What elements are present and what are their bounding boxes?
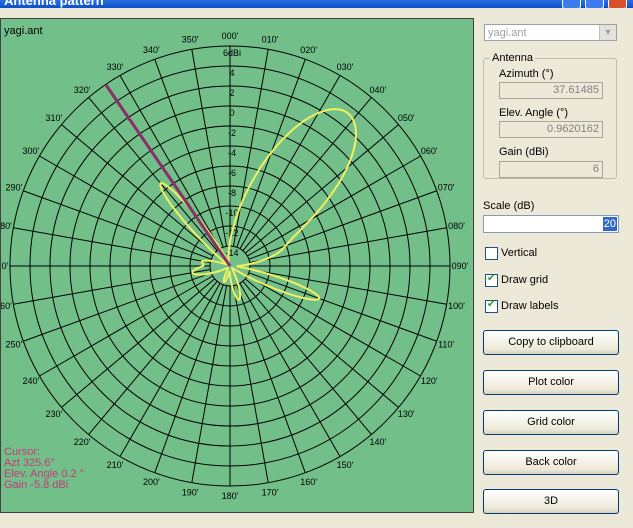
- grid-color-button[interactable]: Grid color: [483, 410, 619, 435]
- vertical-checkbox[interactable]: Vertical: [485, 247, 625, 261]
- vertical-checkbox-box[interactable]: [485, 247, 498, 260]
- grid-spoke: [13, 268, 211, 305]
- draw-labels-checkbox-box[interactable]: [485, 299, 498, 313]
- ring-label: 6dBi: [223, 48, 241, 58]
- ring-label: -4: [228, 148, 236, 158]
- grid-spoke: [244, 124, 399, 254]
- bearing-label: 090': [452, 261, 469, 271]
- bearing-label: 330': [107, 62, 124, 72]
- draw-labels-checkbox[interactable]: Draw labels: [485, 299, 625, 314]
- grid-spoke: [13, 227, 211, 264]
- bearing-label: 270': [1, 261, 9, 271]
- minimize-button[interactable]: [562, 0, 581, 8]
- ring-label: 0: [229, 108, 234, 118]
- draw-grid-checkbox[interactable]: Draw grid: [485, 273, 625, 288]
- bearing-label: 000': [222, 31, 239, 41]
- bearing-label: 180': [222, 491, 239, 501]
- chevron-down-icon[interactable]: ▼: [599, 25, 616, 40]
- scale-value: 20: [602, 217, 617, 231]
- bearing-label: 110': [438, 340, 454, 350]
- bearing-label: 260': [1, 301, 12, 311]
- ring-label: -6: [228, 168, 236, 178]
- bearing-label: 210': [107, 460, 124, 470]
- bearing-label: 290': [6, 182, 23, 192]
- window-title: Antenna pattern: [4, 0, 104, 8]
- grid-spoke: [88, 280, 218, 435]
- ring-label: 4: [229, 68, 234, 78]
- draw-grid-checkbox-label: Draw grid: [501, 274, 549, 286]
- bearing-label: 250': [6, 340, 23, 350]
- grid-spoke: [191, 285, 228, 483]
- plot-filename: yagi.ant: [4, 25, 43, 37]
- cursor-line: [104, 83, 232, 267]
- bearing-label: 240': [22, 376, 39, 386]
- bearing-label: 350': [182, 34, 199, 44]
- antenna-file-value: yagi.ant: [488, 27, 527, 39]
- bearing-label: 060': [421, 146, 438, 156]
- grid-spoke: [61, 124, 216, 254]
- polar-plot-area[interactable]: 6dBi 4 2 0 -2 -4 -6 -8 -10 -12 -14 000' 010' 020' 030'…: [0, 18, 474, 513]
- scale-label: Scale (dB): [483, 200, 535, 212]
- bearing-label: 160': [300, 477, 317, 487]
- vertical-checkbox-label: Vertical: [501, 247, 538, 259]
- bearing-label: 190': [182, 488, 199, 498]
- bearing-label: 100': [448, 301, 465, 311]
- grid-spoke: [61, 278, 216, 408]
- scale-input[interactable]: 20: [483, 215, 619, 233]
- bearing-label: 020': [300, 45, 317, 55]
- bearing-label: 170': [262, 488, 279, 498]
- draw-labels-checkbox-label: Draw labels: [501, 300, 559, 312]
- maximize-button[interactable]: [585, 0, 604, 8]
- azimuth-field[interactable]: 37.61485: [499, 82, 603, 99]
- control-panel: yagi.ant ▼ Antenna Azimuth (°) 37.61485 …: [475, 18, 633, 528]
- plot-color-button[interactable]: Plot color: [483, 370, 619, 395]
- bearing-label: 310': [45, 113, 62, 123]
- ring-label: -8: [228, 188, 236, 198]
- 3d-button[interactable]: 3D: [483, 489, 619, 514]
- antenna-file-select[interactable]: yagi.ant ▼: [484, 24, 617, 41]
- bearing-label: 280': [1, 221, 12, 231]
- bearing-label: 340': [143, 45, 160, 55]
- ring-label: -14: [225, 248, 238, 258]
- title-bar: Antenna pattern: [0, 0, 633, 8]
- grid-spoke: [249, 227, 447, 264]
- gain-label: Gain (dBi): [499, 146, 549, 158]
- azimuth-label: Azimuth (°): [499, 68, 554, 80]
- polar-plot: 6dBi420-2-4-6-8-10-12-14000' 010'020'030'…: [1, 31, 469, 501]
- bearing-label: 150': [337, 460, 354, 470]
- bearing-label: 080': [448, 221, 465, 231]
- grid-spoke: [88, 97, 218, 252]
- elev-angle-field[interactable]: 0.9620162: [499, 121, 603, 138]
- bearing-label: 220': [74, 437, 91, 447]
- bearing-label: 120': [421, 376, 438, 386]
- elev-angle-label: Elev. Angle (°): [499, 107, 569, 119]
- grid-spoke: [244, 278, 399, 408]
- bearing-label: 230': [45, 409, 62, 419]
- bearing-label: 070': [438, 182, 455, 192]
- bearing-label: 320': [74, 85, 91, 95]
- bearing-label: 010': [262, 34, 279, 44]
- bearing-label: 130': [398, 409, 415, 419]
- bearing-label: 030': [337, 62, 354, 72]
- back-color-button[interactable]: Back color: [483, 450, 619, 475]
- bearing-label: 300': [22, 146, 39, 156]
- ring-label: -2: [228, 128, 236, 138]
- grid-spoke: [242, 97, 372, 252]
- bearing-label: 200': [143, 477, 160, 487]
- gain-field[interactable]: 6: [499, 161, 603, 178]
- cursor-readout: Cursor: Azt 325.6° Elev. Angle 0.2 ° Gai…: [4, 447, 84, 491]
- draw-grid-checkbox-box[interactable]: [485, 273, 498, 287]
- antenna-group-label: Antenna: [492, 52, 533, 64]
- bearing-label: 040': [369, 85, 386, 95]
- grid-spoke: [232, 285, 269, 483]
- grid-spoke: [232, 49, 269, 247]
- bearing-label: 140': [369, 437, 386, 447]
- cursor-line-gain: Gain -5.8 dBi: [4, 479, 69, 491]
- bearing-label: 050': [398, 113, 415, 123]
- ring-label: 2: [229, 88, 234, 98]
- copy-to-clipboard-button[interactable]: Copy to clipboard: [483, 330, 619, 355]
- grid-spoke: [249, 268, 447, 305]
- close-button[interactable]: [608, 0, 627, 8]
- grid-spoke: [242, 280, 372, 435]
